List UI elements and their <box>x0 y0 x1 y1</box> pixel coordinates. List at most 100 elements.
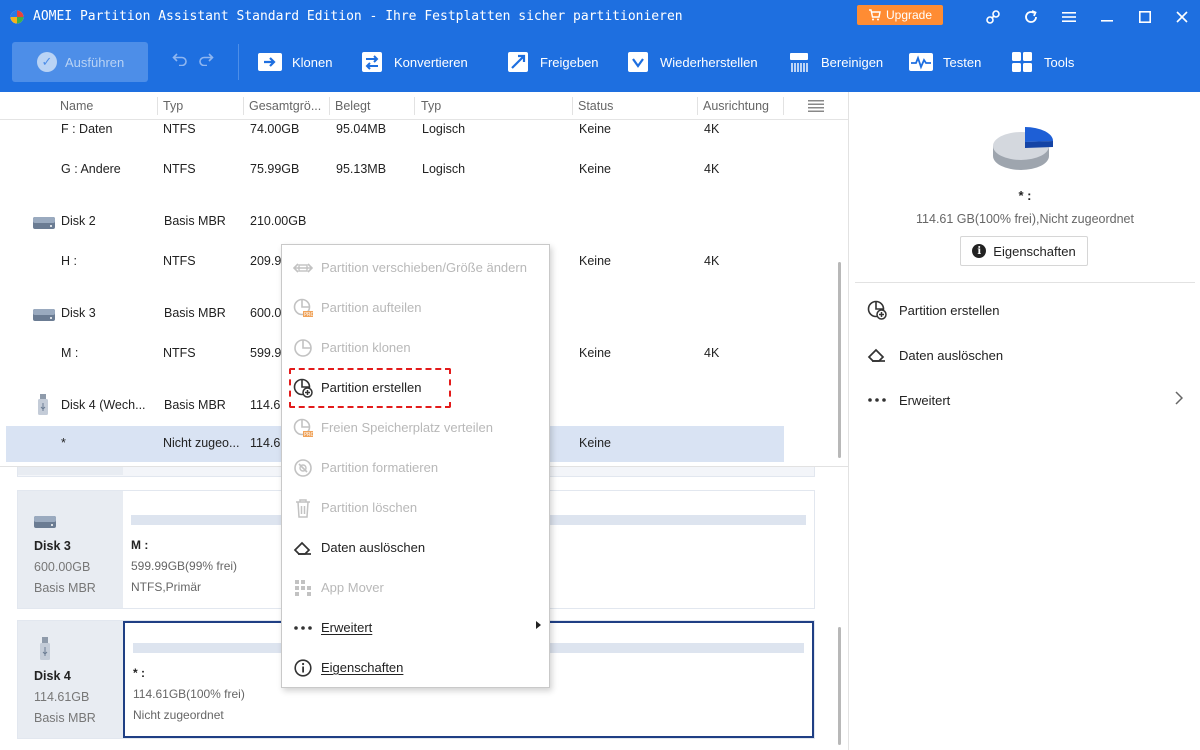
menu-item-label: Partition klonen <box>321 340 411 355</box>
split-icon: PRO <box>293 298 313 318</box>
menu-item-label: Partition erstellen <box>321 380 422 395</box>
panel-action-label: Erweitert <box>899 392 951 408</box>
table-row[interactable]: Disk 2 Basis MBR 210.00GB <box>0 204 848 240</box>
col-header-type[interactable]: Typ <box>163 99 183 113</box>
upgrade-button[interactable]: Upgrade <box>857 5 943 25</box>
menu-item-create-partition[interactable]: Partition erstellen <box>282 367 549 407</box>
toolbar-tools-button[interactable]: Tools <box>1010 50 1074 74</box>
toolbar-clone-label: Klonen <box>292 54 333 70</box>
run-button[interactable]: ✓ Ausführen <box>12 42 148 82</box>
minimize-icon[interactable] <box>1097 7 1117 27</box>
col-header-size[interactable]: Gesamtgrö... <box>249 99 321 113</box>
free-space-icon <box>506 51 530 73</box>
undo-icon[interactable] <box>172 52 188 66</box>
properties-button[interactable]: i Eigenschaften <box>960 236 1088 266</box>
map-scrollbar[interactable] <box>838 627 841 745</box>
app-header: AOMEI Partition Assistant Standard Editi… <box>0 0 1200 92</box>
toolbar-recover-button[interactable]: Wiederherstellen <box>626 50 758 74</box>
list-scrollbar[interactable] <box>838 262 841 458</box>
tools-icon <box>1010 51 1034 73</box>
panel-action-wipe-data[interactable]: Daten auslöschen <box>867 344 1003 366</box>
menu-item-wipe-data[interactable]: Daten auslöschen <box>282 527 549 567</box>
menu-item-advanced[interactable]: Erweitert <box>282 607 549 647</box>
row-align: 4K <box>704 122 720 136</box>
chevron-right-icon[interactable] <box>1175 391 1183 405</box>
disk-pie-icon <box>993 127 1053 170</box>
wipe-icon <box>787 51 811 73</box>
row-used: 95.04MB <box>336 122 387 136</box>
panel-action-create-partition[interactable]: Partition erstellen <box>867 299 999 321</box>
row-status: Keine <box>579 122 611 136</box>
row-name: Disk 3 <box>61 306 96 320</box>
menu-item-format-partition[interactable]: Partition formatieren <box>282 447 549 487</box>
context-menu: Partition verschieben/Größe ändern PRO P… <box>281 244 550 688</box>
partition-fs: NTFS,Primär <box>131 580 201 594</box>
col-header-ptype[interactable]: Typ <box>421 99 441 113</box>
menu-item-app-mover[interactable]: App Mover <box>282 567 549 607</box>
redo-icon[interactable] <box>198 52 214 66</box>
row-status: Keine <box>579 346 611 360</box>
partition-name: * : <box>133 666 145 680</box>
menu-item-properties[interactable]: Eigenschaften <box>282 647 549 687</box>
toolbar-convert-button[interactable]: Konvertieren <box>360 50 468 74</box>
toolbar-test-label: Testen <box>943 54 982 70</box>
partition-fs: Nicht zugeordnet <box>133 708 224 722</box>
col-header-align[interactable]: Ausrichtung <box>703 99 769 113</box>
allocate-space-icon: PRO <box>293 418 313 438</box>
menu-item-label: Freien Speicherplatz verteilen <box>321 420 493 435</box>
row-type: NTFS <box>163 346 196 360</box>
refresh-icon[interactable] <box>1021 7 1041 27</box>
row-ptype: Logisch <box>422 122 466 136</box>
close-icon[interactable] <box>1172 7 1192 27</box>
toolbar-free-button[interactable]: Freigeben <box>506 50 599 74</box>
menu-item-label: App Mover <box>321 580 384 595</box>
row-align: 4K <box>704 254 720 268</box>
panel-divider <box>855 282 1195 283</box>
hard-disk-icon <box>33 309 55 321</box>
menu-item-resize-partition[interactable]: Partition verschieben/Größe ändern <box>282 247 549 287</box>
panel-action-label: Partition erstellen <box>899 302 1000 318</box>
row-size: 599.9 <box>250 346 282 360</box>
menu-item-allocate-free-space[interactable]: PRO Freien Speicherplatz verteilen <box>282 407 549 447</box>
panel-action-label: Daten auslöschen <box>899 347 1004 363</box>
checkmark-icon: ✓ <box>37 52 57 72</box>
row-align: 4K <box>704 346 720 360</box>
col-header-status[interactable]: Status <box>578 99 613 113</box>
svg-text:PRO: PRO <box>304 312 313 318</box>
menu-icon[interactable] <box>1059 7 1079 27</box>
disk-name: Disk 3 <box>34 539 71 553</box>
more-icon <box>867 390 887 410</box>
run-label: Ausführen <box>65 54 125 70</box>
panel-action-advanced[interactable]: Erweitert <box>867 389 950 411</box>
properties-panel: * : 114.61 GB(100% frei),Nicht zugeordne… <box>848 92 1200 750</box>
row-name: Disk 4 (Wech... <box>61 398 146 412</box>
table-row[interactable]: F : Daten NTFS 74.00GB 95.04MB Logisch K… <box>0 112 848 148</box>
window-title: AOMEI Partition Assistant Standard Editi… <box>33 9 683 24</box>
col-header-used[interactable]: Belegt <box>335 99 370 113</box>
menu-item-delete-partition[interactable]: Partition löschen <box>282 487 549 527</box>
resize-icon <box>293 258 313 278</box>
toolbar-tools-label: Tools <box>1044 54 1075 70</box>
menu-item-clone-partition[interactable]: Partition klonen <box>282 327 549 367</box>
disk-type: Basis MBR <box>34 711 96 725</box>
toolbar-test-button[interactable]: Testen <box>909 50 981 74</box>
row-name: M : <box>61 346 79 360</box>
menu-item-label: Daten auslöschen <box>321 540 426 555</box>
toolbar-wipe-button[interactable]: Bereinigen <box>787 50 883 74</box>
create-partition-icon <box>293 378 313 398</box>
toolbar-clone-button[interactable]: Klonen <box>258 50 332 74</box>
maximize-icon[interactable] <box>1135 7 1155 27</box>
row-name: F : Daten <box>61 122 113 136</box>
disk-summary: Disk 3 600.00GB Basis MBR <box>18 491 123 608</box>
row-size: 74.00GB <box>250 122 300 136</box>
menu-item-split-partition[interactable]: PRO Partition aufteilen <box>282 287 549 327</box>
table-row[interactable]: G : Andere NTFS 75.99GB 95.13MB Logisch … <box>0 152 848 188</box>
row-size: 210.00GB <box>250 214 307 228</box>
usb-drive-icon <box>40 637 50 660</box>
link-icon[interactable] <box>983 7 1003 27</box>
properties-label: Eigenschaften <box>993 243 1076 259</box>
title-bar: AOMEI Partition Assistant Standard Editi… <box>0 0 1200 34</box>
col-header-name[interactable]: Name <box>60 99 93 113</box>
toolbar-recover-label: Wiederherstellen <box>660 54 758 70</box>
column-settings-icon[interactable] <box>808 100 824 112</box>
